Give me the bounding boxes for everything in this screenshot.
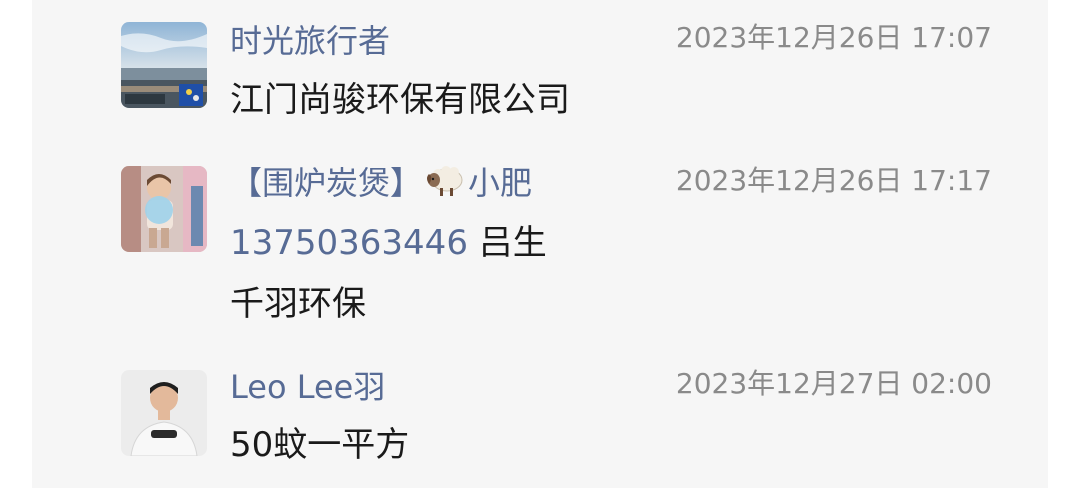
author-group-tag: 【围炉炭煲】: [230, 164, 423, 202]
author-name: 小肥: [468, 164, 533, 202]
child-photo-avatar[interactable]: [121, 166, 207, 252]
comment-timestamp: 2023年12月27日 02:00: [675, 367, 992, 400]
phone-number-link[interactable]: 13750363446: [230, 223, 468, 263]
comment-timestamp: 2023年12月26日 17:17: [675, 164, 992, 197]
man-portrait-avatar[interactable]: [121, 370, 207, 456]
comment-text: 13750363446 吕生: [230, 221, 547, 265]
comment-author[interactable]: 时光旅行者: [230, 21, 390, 61]
seaside-photo-avatar[interactable]: [121, 22, 207, 108]
comment-text: 千羽环保: [230, 284, 366, 324]
comment-text: 50蚊一平方: [230, 425, 410, 465]
sheep-emoji-icon: [426, 164, 464, 207]
comment-author[interactable]: 【围炉炭煲】 小肥: [230, 163, 532, 207]
comment-panel: 时光旅行者 2023年12月26日 17:07 江门尚骏环保有限公司 【围炉炭煲…: [32, 0, 1048, 488]
comment-author[interactable]: Leo Lee羽: [230, 367, 385, 407]
contact-name: 吕生: [467, 223, 547, 263]
comment-timestamp: 2023年12月26日 17:07: [675, 21, 992, 54]
comment-text: 江门尚骏环保有限公司: [230, 80, 570, 120]
